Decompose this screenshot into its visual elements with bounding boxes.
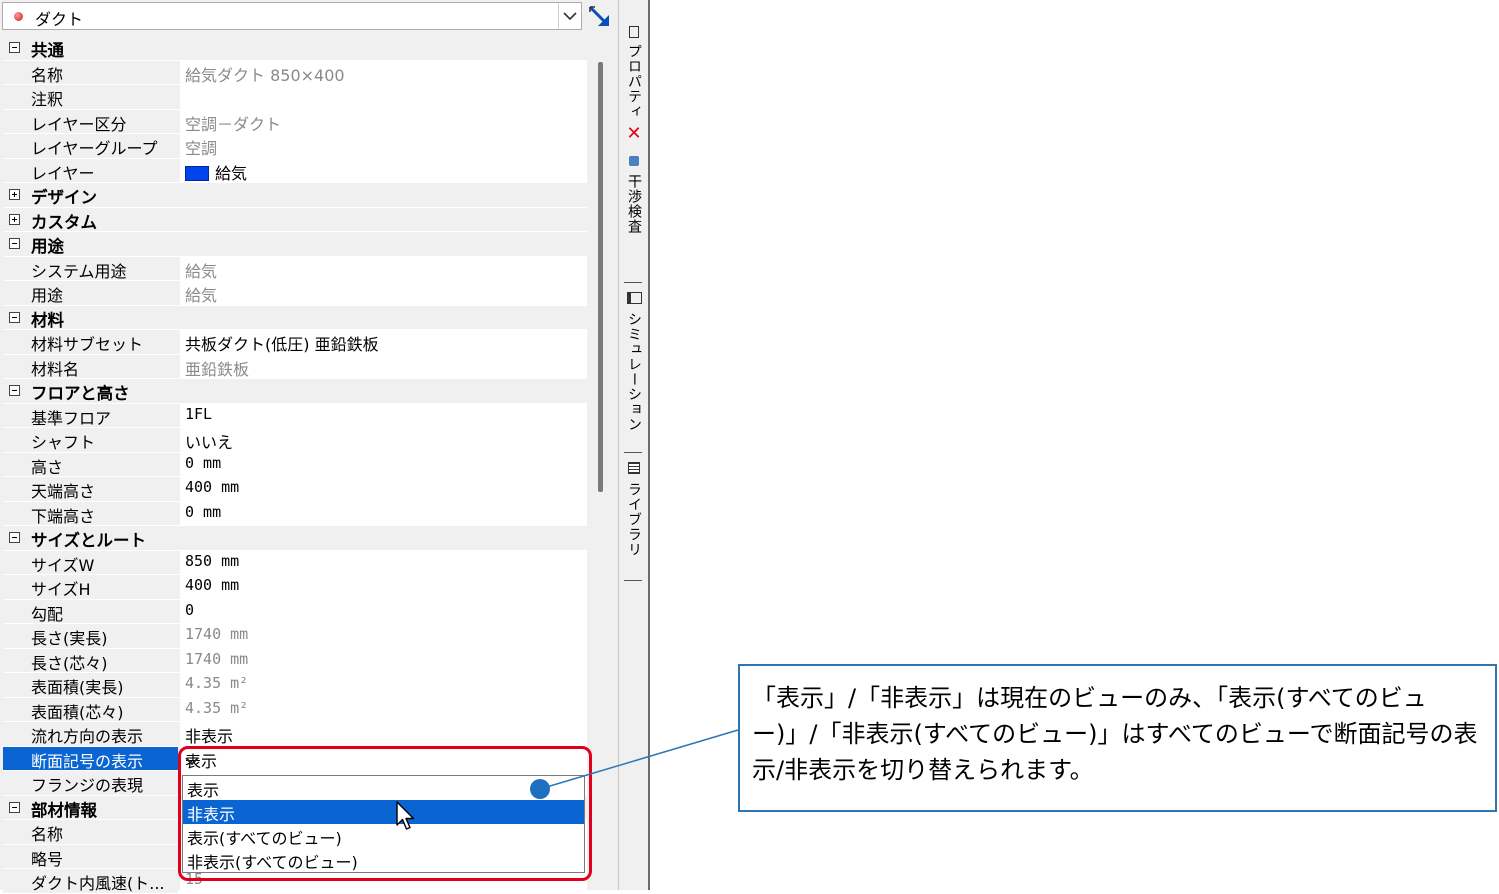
callout-text: 「表示」/「非表示」は現在のビューのみ、「表示(すべてのビュー)」/「非表示(す… — [752, 684, 1478, 784]
callout-anchor-dot — [530, 779, 550, 799]
callout-box: 「表示」/「非表示」は現在のビューのみ、「表示(すべてのビュー)」/「非表示(す… — [738, 664, 1497, 812]
